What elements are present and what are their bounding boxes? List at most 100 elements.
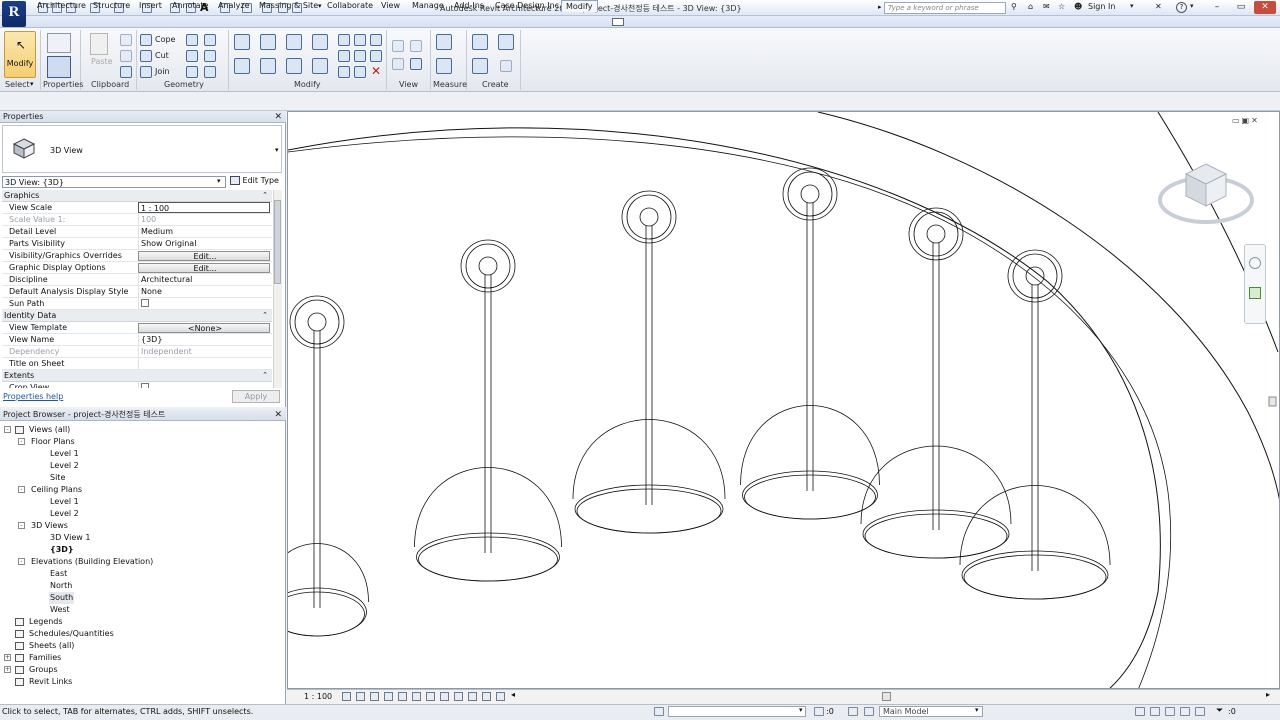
close-icon[interactable]: ✕: [274, 409, 282, 421]
collapse-icon[interactable]: -: [4, 426, 11, 433]
property-edit-button[interactable]: Edit...: [138, 263, 270, 273]
properties-help-link[interactable]: Properties help: [3, 392, 63, 401]
tab-annotate[interactable]: Annotate: [168, 0, 213, 12]
browser-item[interactable]: Revit Links: [0, 676, 282, 688]
reveal-hidden-icon[interactable]: [468, 692, 477, 701]
collapse-icon[interactable]: ⌃: [262, 190, 268, 201]
checkbox[interactable]: [141, 299, 149, 307]
trim-single-icon[interactable]: [338, 66, 350, 78]
shadows-icon[interactable]: [384, 692, 393, 701]
browser-item[interactable]: Level 1: [0, 496, 282, 508]
browser-item[interactable]: -3D Views: [0, 520, 282, 532]
browser-item[interactable]: Level 1: [0, 448, 282, 460]
browser-item[interactable]: + Families: [0, 652, 282, 664]
unpin-icon[interactable]: [370, 34, 382, 46]
checkbox[interactable]: [141, 383, 149, 388]
trim-multiple-icon[interactable]: [354, 66, 366, 78]
browser-item[interactable]: Level 2: [0, 460, 282, 472]
favorites-icon[interactable]: ☆: [1058, 2, 1065, 11]
array-icon[interactable]: [338, 50, 350, 62]
tab-massing-site[interactable]: Massing & Site: [255, 0, 322, 12]
cut-geometry-icon[interactable]: [140, 50, 152, 62]
property-value[interactable]: [138, 298, 270, 309]
rendering-icon[interactable]: [398, 692, 407, 701]
align-icon[interactable]: [234, 34, 250, 50]
tab-insert[interactable]: Insert: [135, 0, 166, 12]
view-window-controls[interactable]: ▭▣✕: [1232, 116, 1260, 125]
property-value[interactable]: {3D}: [138, 334, 270, 345]
scale-icon[interactable]: [354, 50, 366, 62]
browser-item[interactable]: West: [0, 604, 282, 616]
offset-icon[interactable]: [260, 34, 276, 50]
pendant-lamp[interactable]: [572, 190, 726, 534]
property-value[interactable]: 1 : 100: [138, 202, 270, 213]
property-edit-button[interactable]: <None>: [138, 323, 270, 333]
design-option-selector[interactable]: Main Model: [879, 706, 983, 717]
highlight-displacement-icon[interactable]: [496, 692, 505, 701]
property-edit-button[interactable]: Edit...: [138, 251, 270, 261]
horizontal-scrollbar-thumb[interactable]: [882, 692, 891, 701]
collapse-icon[interactable]: ⌃: [262, 370, 268, 381]
browser-item[interactable]: East: [0, 568, 282, 580]
property-value[interactable]: None: [138, 286, 270, 297]
split-icon[interactable]: [338, 34, 350, 46]
tab-manage[interactable]: Manage: [408, 0, 448, 12]
select-dropdown-icon[interactable]: ▾: [30, 80, 34, 88]
tab-view[interactable]: View: [377, 0, 404, 12]
chevron-down-icon[interactable]: ▾: [275, 146, 279, 154]
browser-item[interactable]: Sheets (all): [0, 640, 282, 652]
minimize-button[interactable]: –: [1206, 1, 1228, 14]
select-pinned-icon[interactable]: [1165, 707, 1175, 716]
pendant-lamp[interactable]: [288, 295, 369, 637]
split-face-icon[interactable]: [186, 34, 198, 46]
sun-path-icon[interactable]: [370, 692, 379, 701]
browser-item[interactable]: Level 2: [0, 508, 282, 520]
unjoin-icon[interactable]: [186, 66, 198, 78]
analytical-model-icon[interactable]: [482, 692, 491, 701]
remove-paint-icon[interactable]: [204, 66, 216, 78]
browser-item[interactable]: North: [0, 580, 282, 592]
subscription-icon[interactable]: ⌂: [1028, 2, 1033, 11]
workset-selector[interactable]: [668, 706, 806, 717]
aligned-dimension-icon[interactable]: [436, 58, 452, 74]
pendant-lamp[interactable]: [740, 167, 880, 520]
expand-icon[interactable]: +: [4, 654, 11, 661]
crop-view-icon[interactable]: [412, 692, 421, 701]
scroll-left-icon[interactable]: ◂: [511, 690, 515, 699]
split-gap-icon[interactable]: [354, 34, 366, 46]
3d-view-canvas[interactable]: [287, 111, 1280, 689]
vertical-scrollbar[interactable]: [1268, 125, 1278, 690]
pin-icon[interactable]: [370, 50, 382, 62]
sign-in-dropdown-icon[interactable]: ▾: [1130, 2, 1134, 10]
close-button[interactable]: ✕: [1254, 1, 1276, 14]
cope-icon[interactable]: [140, 34, 152, 46]
design-options-icon[interactable]: [848, 707, 858, 716]
browser-item[interactable]: - Views (all): [0, 424, 282, 436]
create-parts-icon[interactable]: [472, 34, 488, 50]
cope-label[interactable]: Cope: [155, 35, 175, 44]
collapse-icon[interactable]: -: [18, 438, 25, 445]
pendant-lamp[interactable]: [860, 207, 1012, 559]
pendant-lamp[interactable]: [414, 239, 562, 582]
maximize-button[interactable]: ▭: [1230, 1, 1252, 14]
expand-icon[interactable]: +: [4, 666, 11, 673]
chevron-down-icon[interactable]: ▾: [217, 177, 221, 185]
demolish-icon[interactable]: [204, 50, 216, 62]
join-icon[interactable]: [140, 66, 152, 78]
lock-view-icon[interactable]: [440, 692, 449, 701]
select-by-face-icon[interactable]: [1180, 707, 1190, 716]
tab-architecture[interactable]: Architecture: [33, 0, 90, 12]
browser-item[interactable]: + Groups: [0, 664, 282, 676]
properties-toggle-icon[interactable]: [47, 56, 71, 78]
filter-icon[interactable]: ⏷: [1216, 706, 1223, 716]
mirror-draw-icon[interactable]: [312, 34, 328, 50]
browser-item[interactable]: Site: [0, 472, 282, 484]
tab-structure[interactable]: Structure: [89, 0, 134, 12]
browser-item[interactable]: South: [0, 592, 282, 604]
search-input[interactable]: Type a keyword or phrase: [884, 2, 1006, 14]
ribbon-minimize-icon[interactable]: [612, 18, 624, 26]
rotate-icon[interactable]: [286, 58, 302, 74]
collapse-icon[interactable]: ⌃: [262, 310, 268, 321]
create-group-icon[interactable]: [472, 58, 488, 74]
zoom-icon[interactable]: [1249, 287, 1261, 299]
